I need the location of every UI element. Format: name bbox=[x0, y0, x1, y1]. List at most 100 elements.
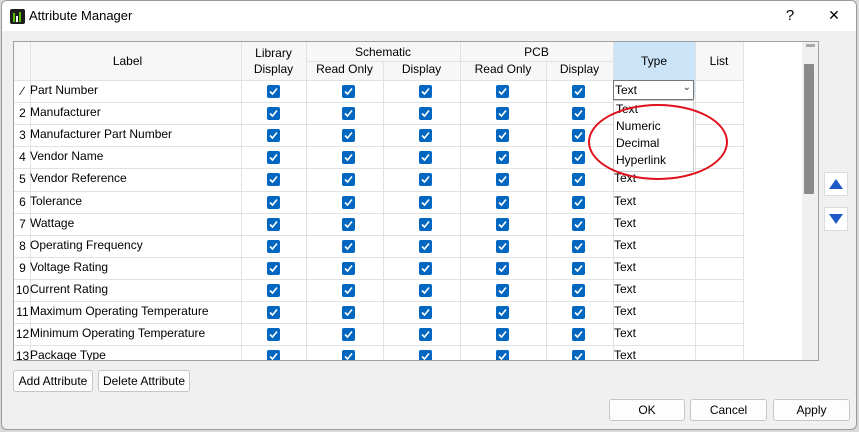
schematic-display-checkbox[interactable] bbox=[419, 151, 432, 165]
library-display-checkbox[interactable] bbox=[267, 283, 280, 297]
schematic-read-only-checkbox[interactable] bbox=[342, 350, 355, 360]
attribute-label[interactable]: Manufacturer Part Number bbox=[30, 127, 172, 141]
schematic-display-checkbox[interactable] bbox=[419, 283, 432, 297]
schematic-read-only-checkbox[interactable] bbox=[342, 151, 355, 165]
row-number[interactable]: 8 bbox=[15, 239, 30, 253]
schematic-read-only-checkbox[interactable] bbox=[342, 239, 355, 253]
row-number[interactable]: 3 bbox=[15, 128, 30, 142]
help-button[interactable]: ? bbox=[768, 1, 812, 31]
pcb-read-only-checkbox[interactable] bbox=[496, 217, 509, 231]
library-display-checkbox[interactable] bbox=[267, 173, 280, 187]
attribute-label[interactable]: Minimum Operating Temperature bbox=[30, 326, 205, 340]
pcb-read-only-checkbox[interactable] bbox=[496, 151, 509, 165]
schematic-display-checkbox[interactable] bbox=[419, 239, 432, 253]
attribute-label[interactable]: Manufacturer bbox=[30, 105, 101, 119]
pcb-display-checkbox[interactable] bbox=[572, 350, 585, 360]
pcb-read-only-checkbox[interactable] bbox=[496, 85, 509, 98]
pcb-display-checkbox[interactable] bbox=[572, 151, 585, 165]
close-button[interactable]: ✕ bbox=[812, 1, 856, 31]
attribute-label[interactable]: Package Type bbox=[30, 348, 106, 360]
schematic-read-only-checkbox[interactable] bbox=[342, 107, 355, 121]
pcb-display-checkbox[interactable] bbox=[572, 328, 585, 342]
schematic-display-checkbox[interactable] bbox=[419, 85, 432, 98]
library-display-checkbox[interactable] bbox=[267, 151, 280, 165]
type-cell[interactable]: Text bbox=[614, 282, 636, 296]
type-cell[interactable]: Text bbox=[614, 216, 636, 230]
scrollbar-thumb[interactable] bbox=[804, 64, 814, 194]
type-select[interactable]: Text ⌄ bbox=[613, 80, 694, 100]
pcb-read-only-checkbox[interactable] bbox=[496, 195, 509, 209]
pcb-display-checkbox[interactable] bbox=[572, 217, 585, 231]
schematic-read-only-checkbox[interactable] bbox=[342, 306, 355, 319]
schematic-display-checkbox[interactable] bbox=[419, 129, 432, 143]
library-display-checkbox[interactable] bbox=[267, 195, 280, 209]
library-display-checkbox[interactable] bbox=[267, 85, 280, 98]
library-display-checkbox[interactable] bbox=[267, 306, 280, 319]
row-number[interactable]: 6 bbox=[15, 195, 30, 209]
move-down-button[interactable] bbox=[824, 207, 848, 231]
schematic-read-only-checkbox[interactable] bbox=[342, 195, 355, 209]
pcb-read-only-checkbox[interactable] bbox=[496, 173, 509, 187]
schematic-read-only-checkbox[interactable] bbox=[342, 217, 355, 231]
schematic-display-checkbox[interactable] bbox=[419, 350, 432, 360]
attribute-label[interactable]: Vendor Name bbox=[30, 149, 103, 163]
attribute-label[interactable]: Wattage bbox=[30, 216, 74, 230]
row-number[interactable]: 4 bbox=[15, 150, 30, 164]
type-cell[interactable]: Text bbox=[614, 260, 636, 274]
schematic-display-checkbox[interactable] bbox=[419, 173, 432, 187]
move-up-button[interactable] bbox=[824, 172, 848, 196]
ok-button[interactable]: OK bbox=[609, 399, 685, 421]
library-display-checkbox[interactable] bbox=[267, 217, 280, 231]
pcb-display-checkbox[interactable] bbox=[572, 261, 585, 275]
type-cell[interactable]: Text bbox=[614, 326, 636, 340]
attribute-label[interactable]: Maximum Operating Temperature bbox=[30, 304, 209, 318]
apply-button[interactable]: Apply bbox=[773, 399, 850, 421]
pcb-display-checkbox[interactable] bbox=[572, 85, 585, 98]
scroll-up-icon[interactable] bbox=[806, 44, 815, 47]
pcb-display-checkbox[interactable] bbox=[572, 129, 585, 143]
library-display-checkbox[interactable] bbox=[267, 350, 280, 360]
pcb-display-checkbox[interactable] bbox=[572, 306, 585, 319]
vertical-scrollbar[interactable] bbox=[802, 42, 818, 360]
row-number[interactable]: 11 bbox=[15, 305, 30, 319]
attribute-label[interactable]: Voltage Rating bbox=[30, 260, 108, 274]
library-display-checkbox[interactable] bbox=[267, 239, 280, 253]
schematic-read-only-checkbox[interactable] bbox=[342, 283, 355, 297]
pcb-read-only-checkbox[interactable] bbox=[496, 239, 509, 253]
schematic-display-checkbox[interactable] bbox=[419, 306, 432, 319]
attribute-label[interactable]: Tolerance bbox=[30, 194, 82, 208]
pcb-display-checkbox[interactable] bbox=[572, 283, 585, 297]
pcb-display-checkbox[interactable] bbox=[572, 195, 585, 209]
type-cell[interactable]: Text bbox=[614, 304, 636, 318]
library-display-checkbox[interactable] bbox=[267, 129, 280, 143]
schematic-read-only-checkbox[interactable] bbox=[342, 261, 355, 275]
row-number[interactable]: 7 bbox=[15, 217, 30, 231]
delete-attribute-button[interactable]: Delete Attribute bbox=[98, 370, 190, 392]
pcb-read-only-checkbox[interactable] bbox=[496, 306, 509, 319]
attribute-label[interactable]: Vendor Reference bbox=[30, 171, 127, 185]
row-number[interactable]: 5 bbox=[15, 172, 30, 186]
schematic-read-only-checkbox[interactable] bbox=[342, 173, 355, 187]
library-display-checkbox[interactable] bbox=[267, 261, 280, 275]
schematic-read-only-checkbox[interactable] bbox=[342, 129, 355, 143]
schematic-display-checkbox[interactable] bbox=[419, 217, 432, 231]
attribute-label[interactable]: Part Number bbox=[30, 83, 98, 97]
library-display-checkbox[interactable] bbox=[267, 328, 280, 342]
schematic-read-only-checkbox[interactable] bbox=[342, 328, 355, 342]
schematic-display-checkbox[interactable] bbox=[419, 107, 432, 121]
schematic-display-checkbox[interactable] bbox=[419, 195, 432, 209]
pcb-read-only-checkbox[interactable] bbox=[496, 350, 509, 360]
pcb-read-only-checkbox[interactable] bbox=[496, 129, 509, 143]
row-number[interactable]: 13 bbox=[15, 349, 30, 360]
type-cell[interactable]: Text bbox=[614, 238, 636, 252]
pcb-display-checkbox[interactable] bbox=[572, 107, 585, 121]
add-attribute-button[interactable]: Add Attribute bbox=[13, 370, 93, 392]
type-cell[interactable]: Text bbox=[614, 194, 636, 208]
schematic-read-only-checkbox[interactable] bbox=[342, 85, 355, 98]
pcb-read-only-checkbox[interactable] bbox=[496, 283, 509, 297]
type-cell[interactable]: Text bbox=[614, 348, 636, 360]
pcb-read-only-checkbox[interactable] bbox=[496, 261, 509, 275]
pcb-display-checkbox[interactable] bbox=[572, 239, 585, 253]
row-number[interactable]: 12 bbox=[15, 327, 30, 341]
pcb-display-checkbox[interactable] bbox=[572, 173, 585, 187]
